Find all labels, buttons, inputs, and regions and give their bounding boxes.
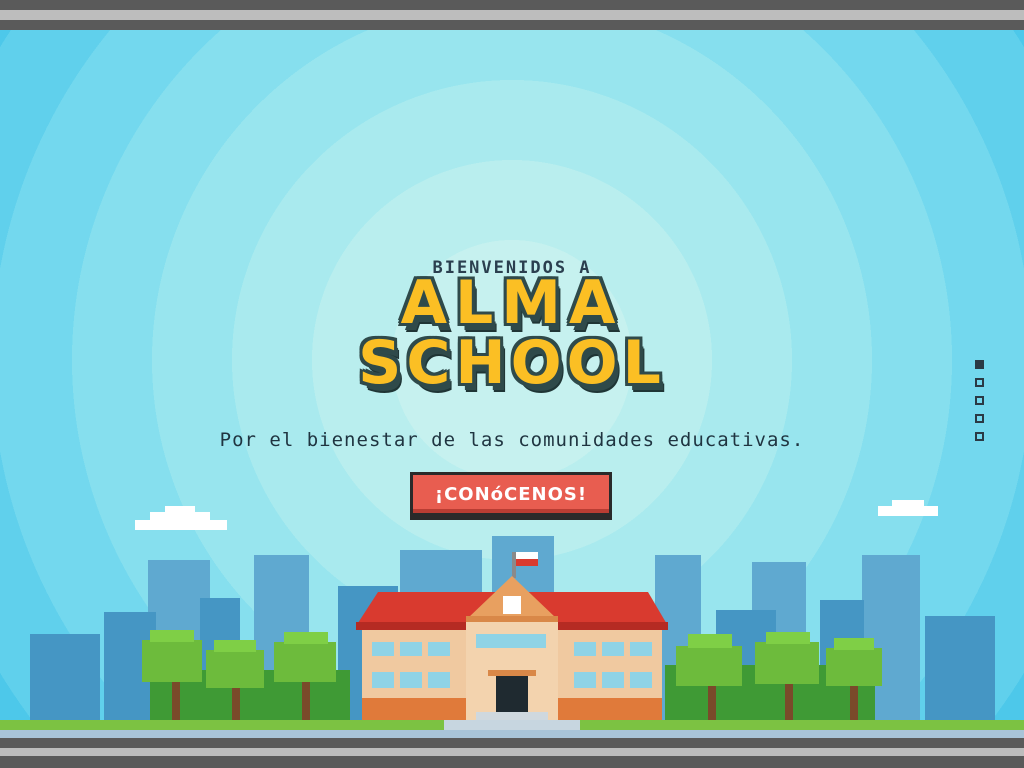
logo-line-school: SCHOOL <box>358 328 666 398</box>
school-scene-illustration <box>0 500 1024 738</box>
pager-dot[interactable] <box>975 396 984 405</box>
top-border <box>0 0 1024 30</box>
pager-dot[interactable] <box>975 360 984 369</box>
pager-dot[interactable] <box>975 378 984 387</box>
section-pager <box>975 360 987 450</box>
hero-stage: BIENVENIDOS A ALMA SCHOOL Por el bienest… <box>0 30 1024 738</box>
pager-dot[interactable] <box>975 414 984 423</box>
cloud-icon <box>135 500 938 530</box>
pager-dot[interactable] <box>975 432 984 441</box>
tagline: Por el bienestar de las comunidades educ… <box>219 429 805 451</box>
bottom-border <box>0 738 1024 768</box>
